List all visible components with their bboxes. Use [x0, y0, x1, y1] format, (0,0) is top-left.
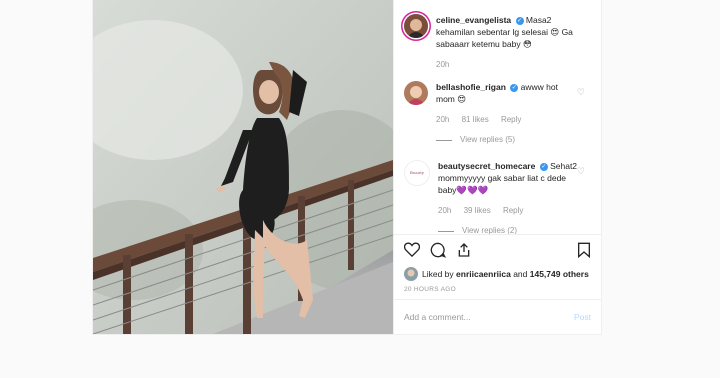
post-image [93, 0, 393, 334]
verified-badge-icon: ✓ [510, 83, 519, 92]
svg-text:Beauty: Beauty [410, 170, 425, 175]
post-card: celine_evangelista ✓ Masa2 kehamilan seb… [92, 0, 602, 335]
view-replies[interactable]: View replies (2) [438, 225, 578, 234]
author-username[interactable]: celine_evangelista [436, 15, 511, 25]
likes-count[interactable]: 145,749 others [530, 269, 589, 279]
commenter-avatar[interactable]: Beauty [404, 160, 430, 186]
comments-list: celine_evangelista ✓ Masa2 kehamilan seb… [394, 0, 601, 234]
comment-time: 20h [438, 206, 452, 215]
view-replies[interactable]: View replies (5) [436, 134, 576, 146]
comment-input[interactable]: Add a comment... [404, 312, 574, 322]
commenter-username[interactable]: bellashofie_rigan [436, 82, 506, 92]
action-bar: Liked by enriicaenriica and 145,749 othe… [394, 234, 601, 299]
heart-icon[interactable] [403, 242, 421, 262]
commenter-avatar[interactable] [404, 81, 428, 105]
verified-badge-icon: ✓ [539, 162, 548, 171]
reply-button[interactable]: Reply [501, 115, 521, 124]
commenter-username[interactable]: beautysecret_homecare [438, 161, 535, 171]
comment-item: Beauty beautysecret_homecare ✓ Sehat2 mo… [404, 160, 591, 234]
liked-by-user[interactable]: enriicaenriica [456, 269, 511, 279]
comment-likes[interactable]: 81 likes [462, 115, 489, 124]
comment-icon[interactable] [430, 242, 447, 263]
caption: celine_evangelista ✓ Masa2 kehamilan seb… [404, 14, 591, 71]
verified-badge-icon: ✓ [515, 16, 524, 25]
post-sidebar: celine_evangelista ✓ Masa2 kehamilan seb… [393, 0, 601, 334]
comment-item: bellashofie_rigan ✓ awww hot mom 😍 20h 8… [404, 81, 591, 146]
liker-avatar[interactable] [404, 267, 418, 281]
author-avatar[interactable] [404, 14, 428, 38]
caption-time: 20h [436, 60, 450, 69]
post-photo[interactable] [93, 0, 393, 334]
post-comment-button[interactable]: Post [574, 312, 591, 322]
reply-button[interactable]: Reply [503, 206, 523, 215]
share-icon[interactable] [456, 242, 472, 263]
comment-likes[interactable]: 39 likes [464, 206, 491, 215]
bookmark-icon[interactable] [577, 242, 591, 263]
comment-like-heart-icon[interactable]: ♡ [577, 87, 585, 98]
comment-time: 20h [436, 115, 450, 124]
post-timestamp: 20 HOURS AGO [404, 286, 457, 293]
add-comment-bar: Add a comment... Post [394, 299, 601, 334]
comment-like-heart-icon[interactable]: ♡ [577, 166, 585, 177]
liked-by: Liked by enriicaenriica and 145,749 othe… [404, 267, 591, 281]
